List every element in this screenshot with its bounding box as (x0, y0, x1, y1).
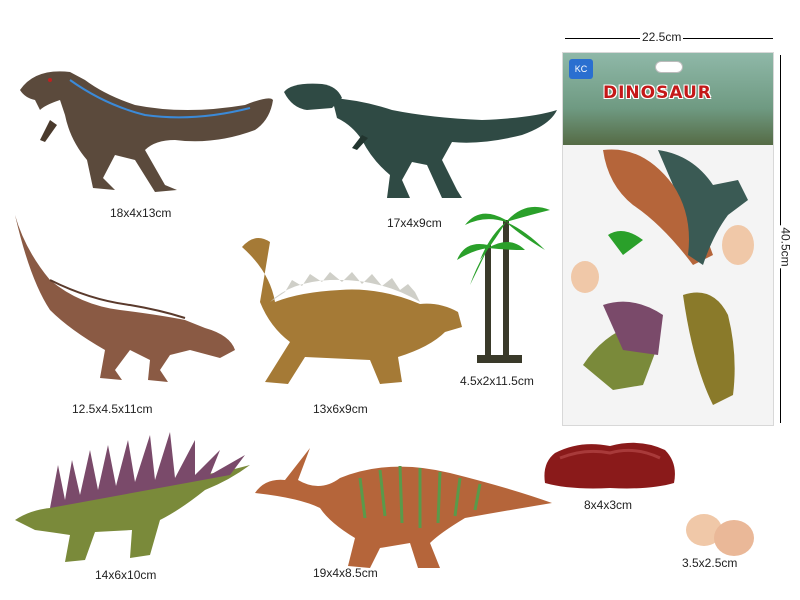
ankylosaurus-icon (242, 238, 462, 384)
package-hang-hole (655, 61, 683, 73)
kentrosaurus-size-label: 14x6x10cm (95, 568, 157, 582)
kentrosaurus-figure: 14x6x10cm (10, 420, 255, 590)
parasaurolophus-size-label: 19x4x8.5cm (313, 566, 378, 580)
eggs-figure: 3.5x2.5cm (670, 508, 780, 578)
kentrosaurus-icon (15, 432, 250, 562)
ankylosaurus-figure: 13x6x9cm (230, 232, 470, 416)
velociraptor-figure: 18x4x13cm (15, 60, 275, 220)
product-sheet: { "items": [ {"name": "velociraptor", "s… (0, 0, 800, 600)
package-logo: KC (569, 59, 593, 79)
carnotaurus-icon (15, 215, 235, 382)
palm-tree-size-label: 4.5x2x11.5cm (460, 374, 534, 388)
ankylosaurus-size-label: 13x6x9cm (313, 402, 368, 416)
carnotaurus-size-label: 12.5x4.5x11cm (72, 402, 153, 416)
rock-figure: 8x4x3cm (540, 438, 680, 518)
package-width-label: 22.5cm (640, 30, 684, 44)
package-header: KC DINOSAUR (563, 53, 773, 145)
velociraptor-icon (20, 71, 273, 192)
parasaurolophus-icon (255, 448, 552, 568)
palm-tree-icon (457, 206, 550, 363)
eggs-size-label: 3.5x2.5cm (682, 556, 738, 570)
package-title: DINOSAUR (603, 83, 712, 103)
palm-tree-figure: 4.5x2x11.5cm (455, 190, 565, 390)
rock-size-label: 8x4x3cm (584, 498, 633, 512)
package-height-label: 40.5cm (778, 225, 793, 269)
rock-icon (544, 442, 675, 489)
carnotaurus-figure: 12.5x4.5x11cm (10, 210, 240, 416)
parasaurolophus-figure: 19x4x8.5cm (250, 438, 555, 593)
t-rex-size-label: 17x4x9cm (387, 216, 442, 230)
dinosaur-package: KC DINOSAUR (562, 52, 774, 426)
package-contents-icon (571, 149, 754, 405)
egg-icon (686, 514, 754, 556)
